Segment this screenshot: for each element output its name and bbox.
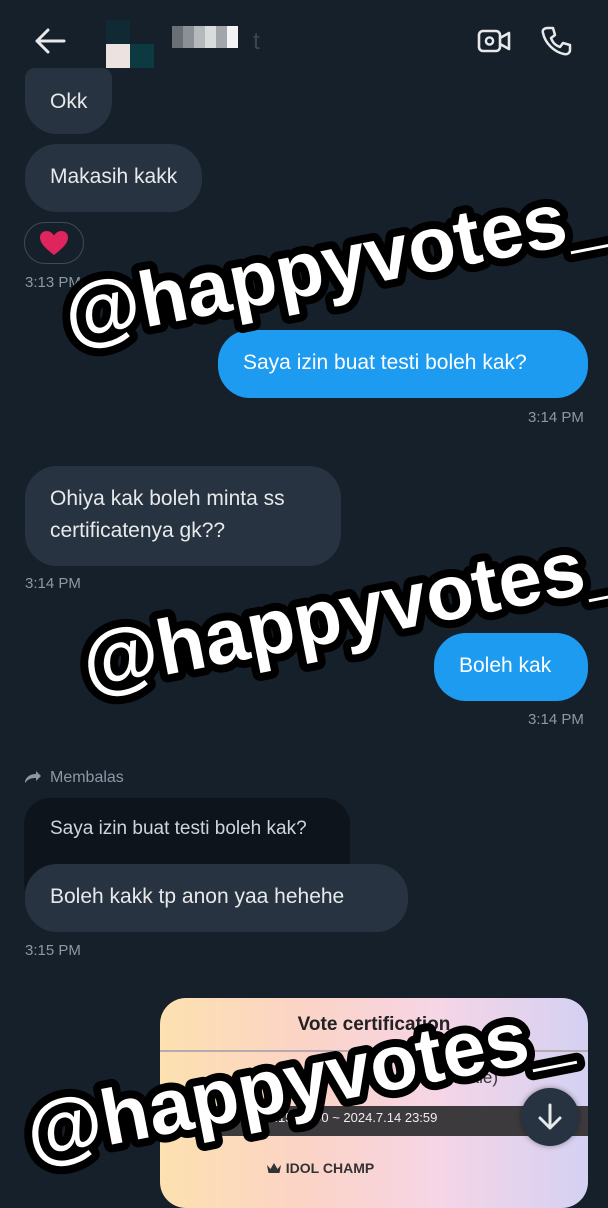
reaction-badge[interactable] [24,222,84,264]
message-text: Makasih kakk [50,165,178,188]
message-bubble-outgoing[interactable]: Boleh kak [434,633,588,701]
video-call-button[interactable] [474,22,514,60]
avatar[interactable] [106,20,154,68]
reply-label-text: Membalas [50,769,124,786]
message-text-line: Ohiya kak boleh minta ss [50,487,285,510]
message-text: Boleh kak [459,654,552,677]
video-call-icon [477,29,511,53]
quoted-message-text: Saya izin buat testi boleh kak? [50,818,307,839]
message-text: Boleh kakk tp anon yaa hehehe [50,885,345,908]
timestamp: 3:14 PM [25,575,81,592]
message-bubble-outgoing[interactable]: Saya izin buat testi boleh kak? [218,330,588,398]
message-bubble-incoming[interactable]: Boleh kakk tp anon yaa hehehe [25,864,408,932]
reply-indicator: Membalas [24,767,124,789]
timestamp: 3:15 PM [25,942,81,959]
message-bubble-incoming[interactable]: Okk [25,68,113,134]
back-button[interactable] [28,22,72,60]
phone-call-button[interactable] [536,22,576,60]
certificate-subtitle: (Female) [430,1068,499,1087]
timestamp: 3:13 PM [25,274,81,291]
arrow-left-icon [35,28,66,54]
contact-name-visible: t [253,28,260,55]
certificate-brand-text: IDOL CHAMP [285,1160,375,1176]
certificate-brand: IDOL CHAMP [160,1160,480,1176]
message-text-line: certificatenya gk?? [50,519,226,542]
reply-arrow-icon [25,771,41,783]
scroll-down-button[interactable] [521,1088,579,1146]
message-text: Saya izin buat testi boleh kak? [243,351,527,374]
certificate-title: Vote certification [297,1014,451,1035]
message-bubble-incoming[interactable]: Makasih kakk [25,144,203,212]
timestamp: 3:14 PM [528,409,584,426]
certificate-period: 2024.6.15 10:00 ~ 2024.7.14 23:59 [234,1110,438,1125]
contact-name-redacted [172,26,238,48]
message-bubble-incoming[interactable]: Ohiya kak boleh minta ss certificatenya … [25,466,341,566]
timestamp: 3:14 PM [528,711,584,728]
message-text: Okk [50,90,88,113]
heart-icon [40,231,68,255]
crown-icon [266,1163,281,1173]
phone-icon [541,26,572,56]
certificate-divider [160,1050,588,1052]
arrow-down-icon [538,1103,562,1130]
